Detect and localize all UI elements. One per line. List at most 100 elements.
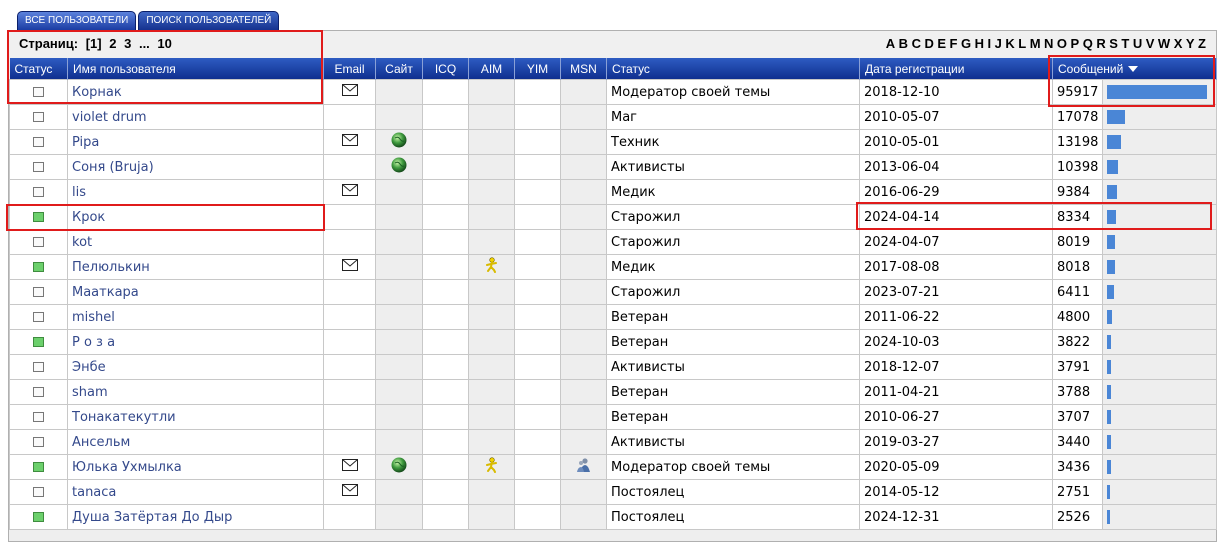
tab-search-users[interactable]: Поиск пользователей [138, 11, 280, 30]
alpha-link-h[interactable]: H [975, 36, 984, 51]
alpha-link-x[interactable]: X [1174, 36, 1183, 51]
envelope-icon[interactable] [341, 459, 358, 475]
username-link[interactable]: kot [72, 235, 92, 250]
alpha-link-e[interactable]: E [937, 36, 946, 51]
alpha-link-s[interactable]: S [1109, 36, 1118, 51]
username-link[interactable]: lis [72, 185, 86, 200]
site-cell [375, 454, 423, 480]
username-link[interactable]: tanaca [72, 485, 116, 500]
col-regdate[interactable]: Дата регистрации [859, 58, 1053, 80]
alpha-link-y[interactable]: Y [1186, 36, 1195, 51]
envelope-icon[interactable] [341, 259, 358, 275]
icq-cell [422, 129, 469, 155]
msn-cell [560, 279, 607, 305]
col-yim[interactable]: YIM [514, 58, 561, 80]
msn-cell [560, 404, 607, 430]
alpha-link-t[interactable]: T [1121, 36, 1129, 51]
msn-cell [560, 429, 607, 455]
username-link[interactable]: Мааткара [72, 285, 139, 300]
rank-cell: Старожил [606, 204, 860, 230]
globe-icon[interactable] [391, 132, 407, 152]
icq-cell [422, 379, 469, 405]
alpha-link-m[interactable]: M [1030, 36, 1041, 51]
col-rank[interactable]: Статус [606, 58, 860, 80]
alpha-link-o[interactable]: O [1057, 36, 1067, 51]
username-link[interactable]: violet drum [72, 110, 147, 125]
alpha-link-z[interactable]: Z [1198, 36, 1206, 51]
username-link[interactable]: Пелюлькин [72, 260, 150, 275]
envelope-icon[interactable] [341, 484, 358, 500]
alpha-link-q[interactable]: Q [1083, 36, 1093, 51]
col-msn[interactable]: MSN [560, 58, 607, 80]
table-row: Душа Затёртая До Дыр Постоялец 2024-12-31 2… [9, 504, 1217, 530]
col-icq[interactable]: ICQ [422, 58, 469, 80]
offline-status-indicator [33, 312, 44, 322]
table-row: Юлька Ухмылка Модератор своей темы 2020-05… [9, 454, 1217, 480]
username-link[interactable]: sham [72, 385, 108, 400]
col-site[interactable]: Сайт [375, 58, 423, 80]
table-row: lis Медик 2016-06-29 9384 [9, 179, 1217, 205]
alpha-link-a[interactable]: A [886, 36, 895, 51]
alpha-link-v[interactable]: V [1146, 36, 1155, 51]
col-email[interactable]: Email [323, 58, 376, 80]
alpha-link-w[interactable]: W [1158, 36, 1170, 51]
username-link[interactable]: Энбе [72, 360, 106, 375]
alpha-link-l[interactable]: L [1018, 36, 1026, 51]
alpha-link-r[interactable]: R [1096, 36, 1105, 51]
alpha-link-d[interactable]: D [924, 36, 933, 51]
yim-cell [514, 204, 561, 230]
alpha-link-k[interactable]: K [1005, 36, 1014, 51]
tab-all-users[interactable]: Все пользователи [17, 11, 137, 30]
icq-cell [422, 479, 469, 505]
envelope-icon[interactable] [341, 84, 358, 100]
globe-icon[interactable] [391, 157, 407, 177]
rank-cell: Активисты [606, 354, 860, 380]
posts-bar [1107, 285, 1114, 299]
msn-icon[interactable] [576, 458, 592, 477]
alpha-link-p[interactable]: P [1071, 36, 1080, 51]
posts-bar [1107, 385, 1111, 399]
email-cell [323, 129, 376, 155]
username-link[interactable]: Р о з а [72, 335, 115, 350]
username-cell: Р о з а [67, 329, 324, 355]
alpha-link-f[interactable]: F [950, 36, 958, 51]
globe-icon[interactable] [391, 457, 407, 477]
username-link[interactable]: Pipa [72, 135, 99, 150]
username-link[interactable]: mishel [72, 310, 115, 325]
username-cell: kot [67, 229, 324, 255]
aim-runner-icon[interactable] [485, 457, 499, 477]
site-cell [375, 504, 423, 530]
msn-cell [560, 229, 607, 255]
alpha-link-n[interactable]: N [1044, 36, 1053, 51]
username-link[interactable]: Тонакатекутли [72, 410, 176, 425]
aim-runner-icon[interactable] [485, 257, 499, 277]
rank-cell: Постоялец [606, 479, 860, 505]
posts-bar-cell [1102, 454, 1217, 480]
envelope-icon[interactable] [341, 184, 358, 200]
yim-cell [514, 304, 561, 330]
username-link[interactable]: Ансельм [72, 435, 130, 450]
alpha-link-j[interactable]: J [995, 36, 1002, 51]
posts-bar-cell [1102, 479, 1217, 505]
table-row: sham Ветеран 2011-04-21 3788 [9, 379, 1217, 405]
status-cell [9, 104, 68, 130]
alpha-link-c[interactable]: C [912, 36, 921, 51]
icq-cell [422, 404, 469, 430]
posts-count-cell: 4800 [1052, 304, 1103, 330]
aim-cell [468, 279, 515, 305]
icq-cell [422, 79, 469, 105]
alpha-link-u[interactable]: U [1133, 36, 1142, 51]
yim-cell [514, 354, 561, 380]
username-link[interactable]: Юлька Ухмылка [72, 460, 182, 475]
alpha-link-g[interactable]: G [961, 36, 971, 51]
envelope-icon[interactable] [341, 134, 358, 150]
online-status-indicator [33, 462, 44, 472]
aim-cell [468, 79, 515, 105]
username-link[interactable]: Соня (Bruja) [72, 160, 154, 175]
col-aim[interactable]: AIM [468, 58, 515, 80]
yim-cell [514, 104, 561, 130]
alpha-link-i[interactable]: I [987, 36, 991, 51]
alpha-link-b[interactable]: B [899, 36, 908, 51]
regdate-cell: 2024-12-31 [859, 504, 1053, 530]
username-link[interactable]: Душа Затёртая До Дыр [72, 510, 232, 525]
